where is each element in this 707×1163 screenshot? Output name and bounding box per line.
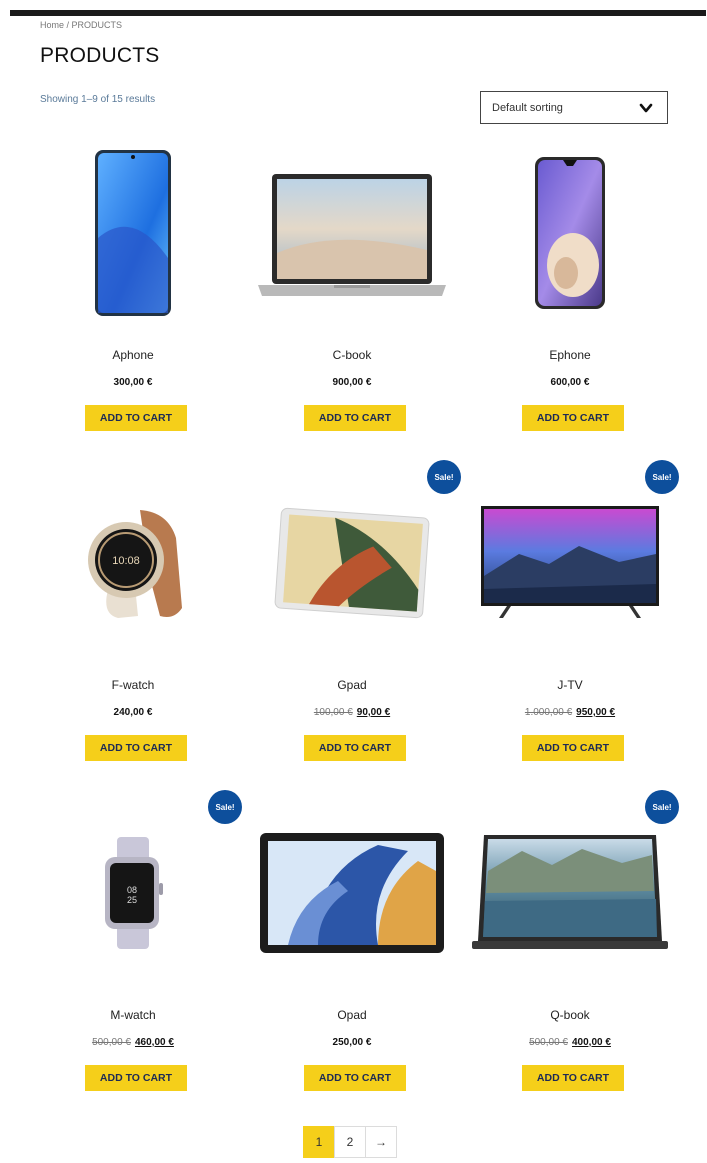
add-to-cart-button[interactable]: ADD TO CART [304,735,406,761]
next-page-button[interactable]: → [365,1126,397,1158]
tablet-image[interactable] [247,798,457,988]
laptop-image[interactable] [465,798,675,988]
chevron-down-icon [639,103,653,113]
product-price: 1.000,00 €950,00 € [524,707,616,718]
product-price: 500,00 €400,00 € [529,1037,611,1048]
product-row: 10:08 F-watch 240,00 € ADD TO CART Sale! [28,460,680,798]
product-card[interactable]: Sale! 08 25 M-watch 500,00 €460,00 € ADD… [28,790,242,1128]
product-card[interactable]: Sale! Gpad 100,00 €90,00 € ADD TO CART [247,460,461,798]
product-grid: Aphone 300,00 € ADD TO CART C-book 900,0… [28,138,680,1128]
top-bar [10,10,706,16]
product-price: 900,00 € [332,377,372,388]
product-price: 100,00 €90,00 € [313,707,391,718]
product-row: Sale! 08 25 M-watch 500,00 €460,00 € ADD… [28,790,680,1128]
product-name[interactable]: J-TV [465,678,675,692]
add-to-cart-button[interactable]: ADD TO CART [522,1065,624,1091]
breadcrumb[interactable]: Home / PRODUCTS [40,20,122,30]
product-name[interactable]: Opad [247,1008,457,1022]
tablet-image[interactable] [247,468,457,658]
product-card[interactable]: Sale! J-TV 1.000,00 €950,00 € ADD TO CAR… [465,460,679,798]
tv-image[interactable] [465,468,675,658]
add-to-cart-button[interactable]: ADD TO CART [85,1065,187,1091]
phone-image[interactable] [465,138,675,328]
add-to-cart-button[interactable]: ADD TO CART [85,735,187,761]
product-price: 600,00 € [550,377,590,388]
product-row: Aphone 300,00 € ADD TO CART C-book 900,0… [28,138,680,468]
product-price: 240,00 € [113,707,153,718]
add-to-cart-button[interactable]: ADD TO CART [304,405,406,431]
pagination: 1 2 → [303,1126,397,1158]
product-card[interactable]: Aphone 300,00 € ADD TO CART [28,138,238,468]
product-name[interactable]: C-book [247,348,457,362]
svg-text:08: 08 [127,885,137,895]
svg-text:25: 25 [127,895,137,905]
smartwatch-image[interactable]: 08 25 [28,798,238,988]
product-card[interactable]: 10:08 F-watch 240,00 € ADD TO CART [28,468,238,798]
product-name[interactable]: Ephone [465,348,675,362]
svg-text:10:08: 10:08 [112,555,140,567]
product-card[interactable]: Sale! Q-book 500,00 €400,00 € ADD TO CAR… [465,790,679,1128]
result-count: Showing 1–9 of 15 results [40,94,156,105]
page-title: PRODUCTS [40,44,160,67]
add-to-cart-button[interactable]: ADD TO CART [85,405,187,431]
add-to-cart-button[interactable]: ADD TO CART [522,735,624,761]
product-card[interactable]: C-book 900,00 € ADD TO CART [247,138,457,468]
product-card[interactable]: Ephone 600,00 € ADD TO CART [465,138,675,468]
product-name[interactable]: M-watch [28,1008,238,1022]
product-name[interactable]: F-watch [28,678,238,692]
product-price: 500,00 €460,00 € [92,1037,174,1048]
laptop-image[interactable] [247,138,457,328]
product-name[interactable]: Aphone [28,348,238,362]
product-name[interactable]: Q-book [465,1008,675,1022]
product-price: 300,00 € [113,377,153,388]
smartwatch-image[interactable]: 10:08 [28,468,238,658]
phone-image[interactable] [28,138,238,328]
product-price: 250,00 € [332,1037,372,1048]
page-2[interactable]: 2 [334,1126,366,1158]
add-to-cart-button[interactable]: ADD TO CART [522,405,624,431]
product-name[interactable]: Gpad [247,678,457,692]
add-to-cart-button[interactable]: ADD TO CART [304,1065,406,1091]
sorting-selected-value: Default sorting [492,101,563,114]
page-1[interactable]: 1 [303,1126,335,1158]
product-card[interactable]: Opad 250,00 € ADD TO CART [247,798,457,1128]
sorting-select[interactable]: Default sorting [480,91,668,124]
